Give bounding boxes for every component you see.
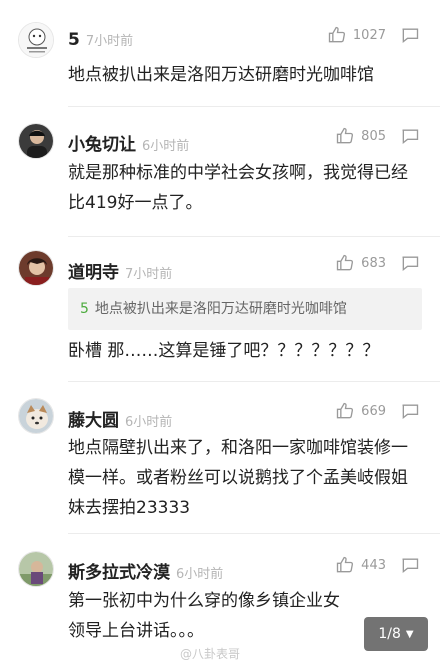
avatar[interactable]: [18, 551, 54, 587]
page-indicator[interactable]: 1/8 ▼: [364, 617, 428, 651]
username[interactable]: 斯多拉式冷漠 6小时前: [68, 558, 223, 583]
like-count: 1027: [352, 27, 386, 43]
thumbs-up-icon: [337, 556, 354, 573]
avatar[interactable]: [18, 398, 54, 434]
quoted-comment[interactable]: 5 地点被扒出来是洛阳万达研磨时光咖啡馆: [68, 288, 422, 330]
comment-text: 第一张初中为什么穿的像乡镇企业女领导上台讲话。。。: [68, 591, 340, 641]
like-button[interactable]: 1027: [327, 25, 386, 45]
divider: [68, 533, 440, 534]
like-button[interactable]: 683: [335, 253, 386, 273]
quoted-text: 地点被扒出来是洛阳万达研磨时光咖啡馆: [94, 301, 347, 317]
timestamp: 7小时前: [85, 34, 134, 49]
watermark: @八卦表哥: [180, 647, 241, 661]
comment-text: 地点被扒出来是洛阳万达研磨时光咖啡馆: [68, 65, 374, 85]
reply-icon[interactable]: [400, 25, 420, 45]
divider: [68, 106, 440, 107]
quoted-username[interactable]: 5: [80, 301, 89, 317]
avatar[interactable]: [18, 123, 54, 159]
divider: [68, 236, 440, 237]
comment-text: 卧槽 那……这算是锤了吧？？？？？？？: [68, 341, 380, 361]
timestamp: 6小时前: [142, 139, 190, 154]
like-count: 683: [361, 255, 386, 271]
like-count: 443: [361, 557, 386, 573]
timestamp: 6小时前: [176, 567, 224, 582]
thumbs-up-icon: [337, 127, 354, 144]
divider: [68, 381, 440, 382]
caret-down-icon: ▼: [405, 628, 414, 640]
username[interactable]: 藤大圆 6小时前: [68, 406, 172, 431]
thumbs-up-icon: [337, 254, 354, 271]
like-button[interactable]: 805: [335, 126, 386, 146]
reply-icon[interactable]: [400, 253, 420, 273]
comment-text: 就是那种标准的中学社会女孩啊，我觉得已经比419好一点了。: [68, 163, 408, 213]
username[interactable]: 道明寺 7小时前: [68, 258, 172, 283]
reply-icon[interactable]: [400, 555, 420, 575]
avatar[interactable]: [18, 22, 54, 58]
thumbs-up-icon: [337, 402, 354, 419]
page-indicator-label: 1/8: [378, 626, 401, 642]
reply-icon[interactable]: [400, 126, 420, 146]
like-button[interactable]: 669: [335, 401, 386, 421]
timestamp: 6小时前: [125, 415, 173, 430]
avatar[interactable]: [18, 250, 54, 286]
like-button[interactable]: 443: [335, 555, 386, 575]
like-count: 669: [361, 403, 386, 419]
username[interactable]: 小兔切让 6小时前: [68, 130, 189, 155]
comment-text: 地点隔壁扒出来了，和洛阳一家咖啡馆装修一模一样。或者粉丝可以说鹅找了个孟美岐假姐…: [68, 438, 408, 518]
timestamp: 7小时前: [125, 267, 173, 282]
thumbs-up-icon: [328, 26, 345, 43]
like-count: 805: [361, 128, 386, 144]
reply-icon[interactable]: [400, 401, 420, 421]
username[interactable]: 5 7小时前: [68, 30, 133, 50]
